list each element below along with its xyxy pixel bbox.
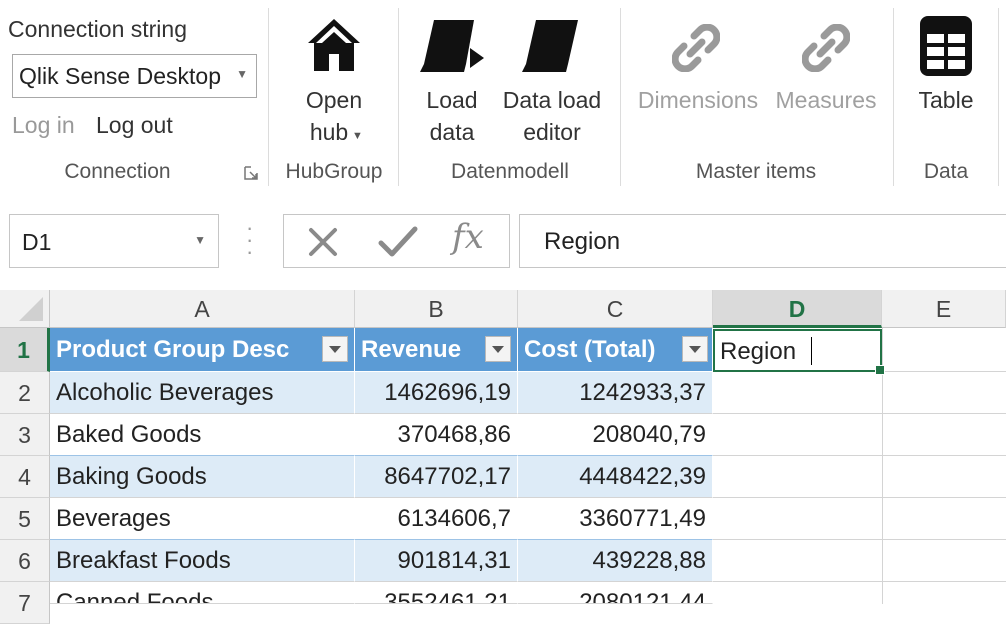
filter-dropdown-icon[interactable] bbox=[322, 336, 348, 362]
table-header-label: Cost (Total) bbox=[524, 336, 656, 363]
table-cell[interactable]: 1242933,37 bbox=[518, 372, 713, 414]
filter-dropdown-icon[interactable] bbox=[682, 336, 708, 362]
load-data-button[interactable]: Load data bbox=[416, 12, 488, 162]
chevron-down-icon[interactable]: ▼ bbox=[194, 233, 206, 247]
group-separator bbox=[620, 8, 621, 186]
data-load-editor-label-line1: Data load bbox=[502, 87, 602, 113]
group-separator bbox=[998, 8, 999, 186]
group-label-hubgroup: HubGroup bbox=[285, 160, 383, 183]
formula-value: Region bbox=[544, 228, 621, 255]
table-cell[interactable]: 6134606,7 bbox=[355, 498, 518, 540]
chevron-down-icon: ▼ bbox=[236, 67, 248, 81]
table-cell[interactable]: 4448422,39 bbox=[518, 456, 713, 498]
table-cell[interactable]: Baking Goods bbox=[50, 456, 355, 498]
table-cell[interactable]: Breakfast Foods bbox=[50, 540, 355, 582]
column-header-a[interactable]: A bbox=[50, 290, 355, 328]
load-data-icon bbox=[420, 20, 484, 72]
table-cell[interactable]: 8647702,17 bbox=[355, 456, 518, 498]
dimensions-button[interactable]: Dimensions bbox=[630, 12, 766, 162]
data-load-editor-icon bbox=[522, 20, 578, 72]
active-cell-value: Region bbox=[720, 338, 797, 365]
group-label-connection: Connection bbox=[64, 160, 171, 183]
column-header-c[interactable]: C bbox=[518, 290, 713, 328]
column-header-d[interactable]: D bbox=[713, 290, 882, 328]
link-icon bbox=[802, 24, 850, 72]
table-cell[interactable]: 2080121,44 bbox=[518, 582, 713, 604]
function-icon[interactable]: fx bbox=[452, 217, 484, 257]
table-cell[interactable]: 439228,88 bbox=[518, 540, 713, 582]
filter-dropdown-icon[interactable] bbox=[485, 336, 511, 362]
connection-string-label: Connection string bbox=[8, 16, 187, 42]
load-data-label-line2: data bbox=[429, 119, 475, 145]
row-header-2[interactable]: 2 bbox=[0, 372, 50, 414]
group-separator bbox=[268, 8, 269, 186]
table-header-cell[interactable]: Cost (Total) bbox=[518, 328, 713, 372]
link-icon bbox=[672, 24, 720, 72]
column-header-b[interactable]: B bbox=[355, 290, 518, 328]
row-header-6[interactable]: 6 bbox=[0, 540, 50, 582]
table-header-cell[interactable]: Revenue bbox=[355, 328, 518, 372]
table-cell[interactable]: 901814,31 bbox=[355, 540, 518, 582]
name-box[interactable]: D1 ▼ bbox=[9, 214, 219, 268]
formula-actions: fx bbox=[283, 214, 510, 268]
table-cell[interactable]: Alcoholic Beverages bbox=[50, 372, 355, 414]
group-label-datenmodell: Datenmodell bbox=[451, 160, 569, 183]
measures-button[interactable]: Measures bbox=[768, 12, 884, 162]
table-header-label: Revenue bbox=[361, 336, 462, 363]
log-in-button[interactable]: Log in bbox=[12, 112, 75, 139]
table-header-label: Product Group Desc bbox=[56, 336, 290, 363]
home-icon bbox=[308, 19, 360, 71]
table-cell[interactable]: Canned Foods bbox=[50, 582, 355, 604]
name-box-value: D1 bbox=[22, 229, 52, 255]
active-cell-d1[interactable]: Region bbox=[713, 329, 885, 375]
connection-string-dropdown[interactable]: Qlik Sense Desktop ▼ bbox=[12, 54, 257, 98]
table-icon bbox=[920, 16, 972, 76]
table-cell[interactable]: 370468,86 bbox=[355, 414, 518, 456]
table-cell[interactable]: Baked Goods bbox=[50, 414, 355, 456]
connection-string-value: Qlik Sense Desktop bbox=[19, 63, 221, 89]
row-header-7[interactable]: 7 bbox=[0, 582, 50, 624]
measures-label: Measures bbox=[775, 87, 877, 113]
table-label: Table bbox=[918, 87, 974, 113]
formula-input[interactable]: Region bbox=[519, 214, 1006, 268]
row-header-4[interactable]: 4 bbox=[0, 456, 50, 498]
row-header-3[interactable]: 3 bbox=[0, 414, 50, 456]
check-icon[interactable] bbox=[378, 225, 418, 259]
cancel-icon[interactable] bbox=[306, 225, 340, 259]
resize-grip-icon[interactable]: · · · bbox=[246, 217, 253, 263]
group-separator bbox=[398, 8, 399, 186]
ribbon: Connection string Qlik Sense Desktop ▼ L… bbox=[0, 0, 1006, 194]
group-label-data: Data bbox=[923, 160, 969, 183]
column-header-e[interactable]: E bbox=[882, 290, 1006, 328]
select-all-corner[interactable] bbox=[0, 290, 50, 328]
table-cell[interactable]: 3360771,49 bbox=[518, 498, 713, 540]
fill-handle[interactable] bbox=[875, 365, 885, 375]
load-data-label-line1: Load bbox=[426, 87, 478, 113]
data-load-editor-label-line2: editor bbox=[523, 119, 581, 145]
dimensions-label: Dimensions bbox=[637, 87, 759, 113]
group-separator bbox=[893, 8, 894, 186]
table-cell[interactable]: 3552461,21 bbox=[355, 582, 518, 604]
table-cell[interactable]: 1462696,19 bbox=[355, 372, 518, 414]
row-header-5[interactable]: 5 bbox=[0, 498, 50, 540]
open-hub-label-line1: Open bbox=[305, 87, 363, 113]
row-header-1[interactable]: 1 bbox=[0, 328, 50, 372]
dialog-launcher-icon[interactable] bbox=[244, 166, 258, 180]
data-load-editor-button[interactable]: Data load editor bbox=[496, 12, 608, 162]
group-label-master-items: Master items bbox=[695, 160, 817, 183]
chevron-down-icon: ▼ bbox=[352, 130, 363, 142]
log-out-button[interactable]: Log out bbox=[96, 112, 173, 139]
table-button[interactable]: Table bbox=[906, 12, 986, 162]
open-hub-button[interactable]: Open hub ▼ bbox=[300, 12, 368, 162]
table-header-cell[interactable]: Product Group Desc bbox=[50, 328, 355, 372]
table-cell[interactable]: 208040,79 bbox=[518, 414, 713, 456]
table-cell[interactable]: Beverages bbox=[50, 498, 355, 540]
text-cursor bbox=[811, 337, 812, 365]
